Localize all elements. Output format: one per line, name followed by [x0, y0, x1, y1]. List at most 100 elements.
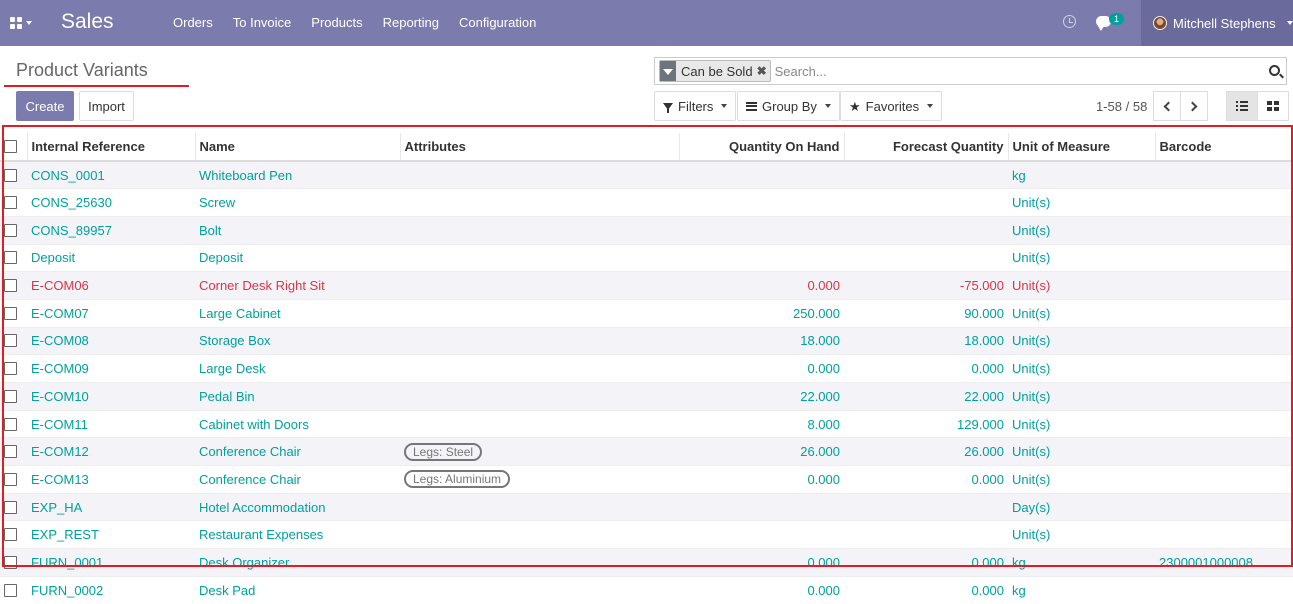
row-checkbox[interactable]: [4, 583, 17, 597]
cell-forecast-quantity[interactable]: [844, 215, 1008, 245]
cell-internal-reference[interactable]: CONS_89957: [27, 215, 195, 245]
row-checkbox-cell[interactable]: [0, 575, 27, 604]
column-header-barcode[interactable]: Barcode: [1155, 133, 1293, 162]
table-row[interactable]: CONS_25630 Screw Unit(s): [0, 188, 1293, 217]
menu-item-to-invoice[interactable]: To Invoice: [223, 0, 302, 46]
cell-internal-reference[interactable]: CONS_25630: [27, 188, 195, 217]
cell-quantity-on-hand[interactable]: [679, 520, 844, 549]
cell-forecast-quantity[interactable]: 22.000: [844, 382, 1008, 411]
create-button[interactable]: Create: [16, 91, 74, 121]
row-checkbox-cell[interactable]: [0, 465, 27, 494]
cell-quantity-on-hand[interactable]: 22.000: [679, 382, 844, 411]
column-header-forecast-quantity[interactable]: Forecast Quantity: [844, 133, 1009, 162]
cell-forecast-quantity[interactable]: 26.000: [844, 437, 1008, 466]
cell-barcode[interactable]: 2300001000008: [1155, 548, 1293, 577]
cell-quantity-on-hand[interactable]: [679, 243, 844, 272]
cell-forecast-quantity[interactable]: [844, 520, 1008, 549]
cell-internal-reference[interactable]: CONS_0001: [27, 160, 195, 189]
row-checkbox-cell[interactable]: [0, 437, 27, 466]
remove-facet-icon[interactable]: ✖: [757, 64, 770, 78]
cell-barcode[interactable]: [1155, 243, 1293, 272]
cell-quantity-on-hand[interactable]: 0.000: [679, 575, 844, 604]
activity-clock-icon[interactable]: [1063, 15, 1076, 28]
cell-quantity-on-hand[interactable]: [679, 215, 844, 245]
favorites-dropdown[interactable]: ★ Favorites: [840, 91, 943, 121]
cell-unit-of-measure[interactable]: Unit(s): [1008, 382, 1155, 411]
table-row[interactable]: E-COM09 Large Desk 0.000 0.000 Unit(s): [0, 354, 1293, 383]
table-row[interactable]: FURN_0001 Desk Organizer 0.000 0.000 kg 23000…: [0, 548, 1293, 577]
cell-name[interactable]: Desk Pad: [195, 575, 400, 604]
cell-name[interactable]: Conference Chair: [195, 437, 400, 466]
cell-forecast-quantity[interactable]: 90.000: [844, 298, 1008, 328]
cell-unit-of-measure[interactable]: kg: [1008, 548, 1155, 577]
row-checkbox[interactable]: [4, 196, 17, 210]
cell-forecast-quantity[interactable]: 129.000: [844, 409, 1008, 438]
menu-item-reporting[interactable]: Reporting: [373, 0, 449, 46]
cell-internal-reference[interactable]: EXP_HA: [27, 492, 195, 521]
cell-forecast-quantity[interactable]: -75.000: [844, 271, 1008, 300]
cell-barcode[interactable]: [1155, 492, 1293, 521]
cell-barcode[interactable]: [1155, 188, 1293, 217]
cell-name[interactable]: Bolt: [195, 215, 400, 245]
search-input[interactable]: [774, 63, 1255, 79]
row-checkbox-cell[interactable]: [0, 188, 27, 217]
cell-unit-of-measure[interactable]: Unit(s): [1008, 243, 1155, 272]
row-checkbox-cell[interactable]: [0, 298, 27, 328]
row-checkbox-cell[interactable]: [0, 548, 27, 577]
cell-forecast-quantity[interactable]: [844, 160, 1008, 189]
select-all-checkbox-cell[interactable]: [0, 133, 28, 162]
cell-name[interactable]: Desk Organizer: [195, 548, 400, 577]
cell-internal-reference[interactable]: E-COM10: [27, 382, 195, 411]
cell-quantity-on-hand[interactable]: 250.000: [679, 298, 844, 328]
row-checkbox[interactable]: [4, 306, 17, 320]
row-checkbox[interactable]: [4, 389, 17, 403]
user-menu[interactable]: Mitchell Stephens: [1141, 0, 1293, 46]
table-row[interactable]: E-COM13 Conference Chair Legs: Aluminium 0.…: [0, 465, 1293, 494]
cell-quantity-on-hand[interactable]: 0.000: [679, 548, 844, 577]
cell-name[interactable]: Large Cabinet: [195, 298, 400, 328]
cell-forecast-quantity[interactable]: [844, 243, 1008, 272]
table-row[interactable]: E-COM07 Large Cabinet 250.000 90.000 Unit(s): [0, 298, 1293, 328]
row-checkbox[interactable]: [4, 417, 17, 431]
cell-unit-of-measure[interactable]: Unit(s): [1008, 520, 1155, 549]
menu-item-orders[interactable]: Orders: [163, 0, 223, 46]
cell-quantity-on-hand[interactable]: 0.000: [679, 271, 844, 300]
group-by-dropdown[interactable]: Group By: [737, 91, 840, 121]
cell-name[interactable]: Cabinet with Doors: [195, 409, 400, 438]
search-icon[interactable]: [1269, 65, 1280, 76]
cell-barcode[interactable]: [1155, 437, 1293, 466]
row-checkbox[interactable]: [4, 500, 17, 514]
cell-name[interactable]: Corner Desk Right Sit: [195, 271, 400, 300]
cell-forecast-quantity[interactable]: [844, 188, 1008, 217]
cell-internal-reference[interactable]: E-COM08: [27, 326, 195, 355]
row-checkbox-cell[interactable]: [0, 409, 27, 438]
row-checkbox-cell[interactable]: [0, 326, 27, 355]
cell-quantity-on-hand[interactable]: 0.000: [679, 465, 844, 494]
cell-name[interactable]: Screw: [195, 188, 400, 217]
column-header-unit-of-measure[interactable]: Unit of Measure: [1008, 133, 1156, 162]
cell-forecast-quantity[interactable]: 0.000: [844, 548, 1008, 577]
cell-name[interactable]: Storage Box: [195, 326, 400, 355]
table-row[interactable]: FURN_0002 Desk Pad 0.000 0.000 kg: [0, 575, 1293, 604]
search-facet[interactable]: Can be Sold ✖: [659, 60, 771, 82]
cell-name[interactable]: Conference Chair: [195, 465, 400, 494]
pager-value[interactable]: 1-58 / 58: [1096, 99, 1147, 114]
table-row[interactable]: EXP_REST Restaurant Expenses Unit(s): [0, 520, 1293, 549]
cell-barcode[interactable]: [1155, 354, 1293, 383]
import-button[interactable]: Import: [79, 91, 134, 121]
cell-internal-reference[interactable]: E-COM09: [27, 354, 195, 383]
table-row[interactable]: E-COM08 Storage Box 18.000 18.000 Unit(s): [0, 326, 1293, 355]
row-checkbox[interactable]: [4, 251, 17, 265]
cell-barcode[interactable]: [1155, 382, 1293, 411]
row-checkbox[interactable]: [4, 334, 17, 348]
cell-forecast-quantity[interactable]: 0.000: [844, 465, 1008, 494]
table-row[interactable]: E-COM10 Pedal Bin 22.000 22.000 Unit(s): [0, 382, 1293, 411]
row-checkbox-cell[interactable]: [0, 382, 27, 411]
cell-unit-of-measure[interactable]: Unit(s): [1008, 409, 1155, 438]
cell-quantity-on-hand[interactable]: 26.000: [679, 437, 844, 466]
cell-barcode[interactable]: [1155, 520, 1293, 549]
cell-name[interactable]: Deposit: [195, 243, 400, 272]
cell-barcode[interactable]: [1155, 575, 1293, 604]
cell-unit-of-measure[interactable]: kg: [1008, 575, 1155, 604]
cell-unit-of-measure[interactable]: Unit(s): [1008, 188, 1155, 217]
